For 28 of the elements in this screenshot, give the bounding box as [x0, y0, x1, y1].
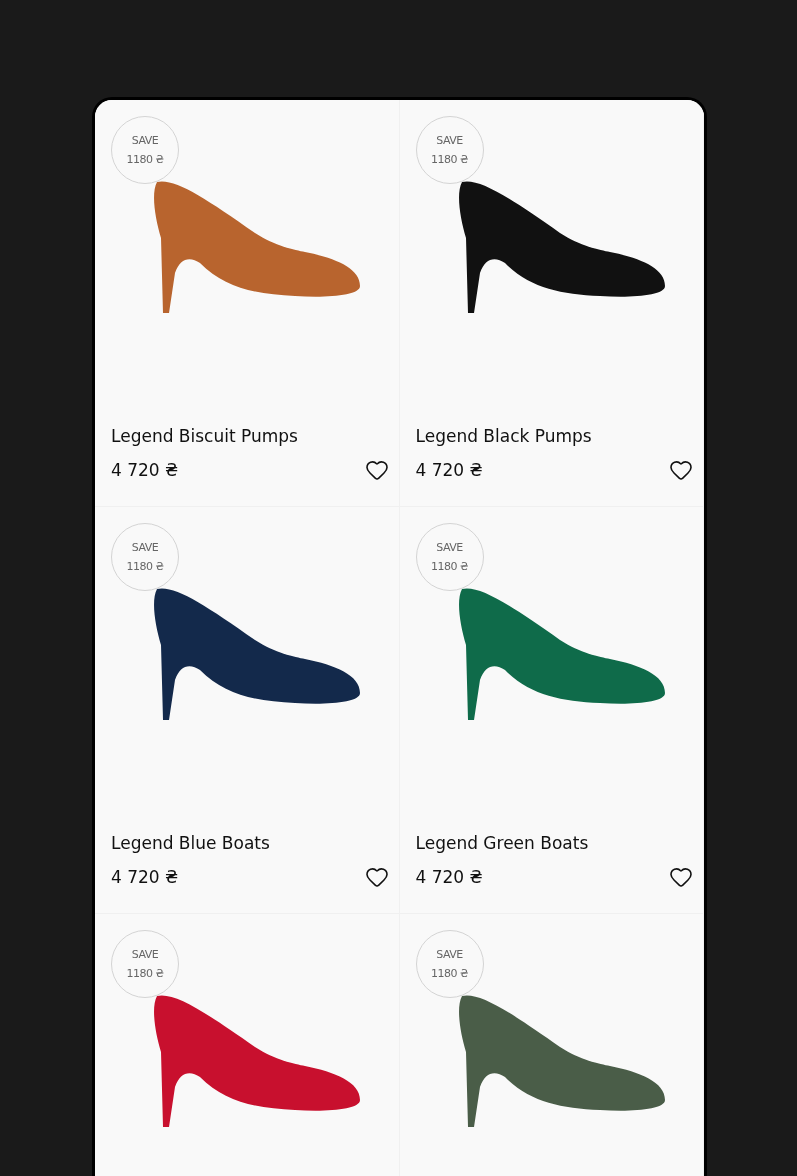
badge-label: SAVE	[436, 541, 463, 554]
product-price: 4 720 ₴	[415, 867, 483, 887]
product-name[interactable]: Legend Blue Boats	[111, 833, 389, 853]
badge-amount: 1180 ₴	[431, 560, 468, 573]
product-price: 4 720 ₴	[111, 867, 179, 887]
badge-label: SAVE	[131, 134, 159, 147]
product-name[interactable]: Legend Black Pumps	[415, 426, 693, 446]
product-card[interactable]: SAVE 1180 ₴ Legend Green Boats 4 720 ₴	[399, 507, 704, 914]
favorite-heart-icon[interactable]	[669, 865, 693, 889]
badge-label: SAVE	[436, 948, 463, 961]
badge-amount: 1180 ₴	[126, 967, 164, 980]
badge-label: SAVE	[131, 541, 159, 554]
favorite-heart-icon[interactable]	[364, 865, 389, 889]
product-card[interactable]: SAVE 1180 ₴ Legend Blue Boats 4 720 ₴	[95, 507, 400, 914]
badge-amount: 1180 ₴	[431, 153, 468, 166]
product-card[interactable]: SAVE 1180 ₴ Legend Black Pumps 4 720 ₴	[399, 100, 704, 507]
badge-amount: 1180 ₴	[431, 967, 468, 980]
product-card[interactable]: SAVE 1180 ₴ Legend Biscuit Pumps 4 720 ₴	[95, 100, 400, 507]
product-name[interactable]: Legend Biscuit Pumps	[111, 426, 389, 446]
badge-label: SAVE	[436, 134, 463, 147]
product-price: 4 720 ₴	[415, 460, 483, 480]
product-name[interactable]: Legend Green Boats	[415, 833, 693, 853]
favorite-heart-icon[interactable]	[669, 458, 693, 482]
product-price: 4 720 ₴	[111, 460, 179, 480]
badge-label: SAVE	[131, 948, 159, 961]
badge-amount: 1180 ₴	[126, 560, 164, 573]
favorite-heart-icon[interactable]	[364, 458, 389, 482]
badge-amount: 1180 ₴	[126, 153, 164, 166]
